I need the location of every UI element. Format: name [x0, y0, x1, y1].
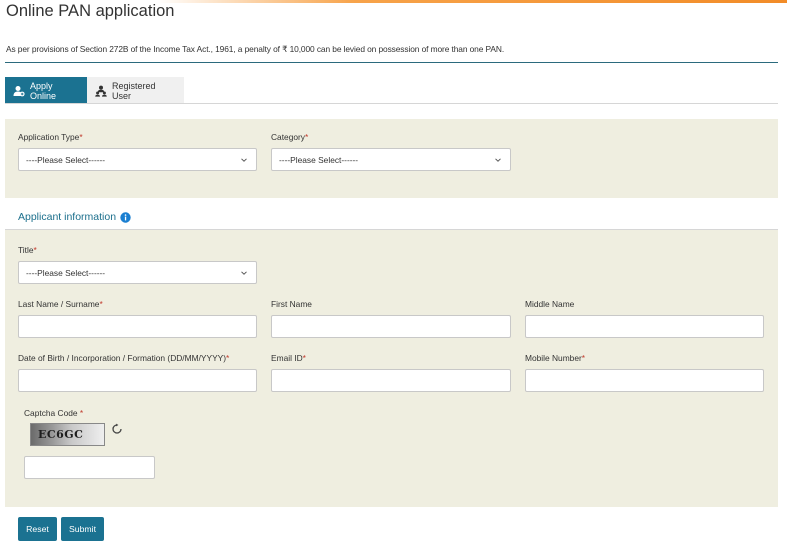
user-add-icon — [13, 85, 25, 97]
reset-button[interactable]: Reset — [18, 517, 57, 541]
submit-button[interactable]: Submit — [61, 517, 104, 541]
chevron-down-icon — [240, 156, 248, 164]
penalty-notice: As per provisions of Section 272B of the… — [6, 44, 505, 54]
first-name-label: First Name — [271, 299, 312, 309]
title-label: Title* — [18, 245, 37, 255]
category-value: ----Please Select------ — [279, 154, 359, 165]
email-field[interactable] — [271, 369, 511, 392]
category-label: Category* — [271, 132, 309, 142]
dob-label: Date of Birth / Incorporation / Formatio… — [18, 353, 230, 363]
tabs-underline — [5, 103, 778, 104]
info-icon[interactable] — [120, 211, 131, 223]
tab-label: Apply Online — [30, 80, 57, 101]
email-label: Email ID* — [271, 353, 306, 363]
application-type-select[interactable]: ----Please Select------ — [18, 148, 257, 171]
application-type-value: ----Please Select------ — [26, 154, 106, 165]
tab-bar: Apply Online Registered User — [5, 77, 184, 104]
chevron-down-icon — [240, 269, 248, 277]
application-type-label: Application Type* — [18, 132, 83, 142]
title-value: ----Please Select------ — [26, 267, 106, 278]
captcha-image-text: EC6GC — [38, 428, 84, 441]
captcha-field[interactable] — [24, 456, 155, 479]
tab-registered-user[interactable]: Registered User — [87, 77, 184, 104]
applicant-info-header: Applicant information — [18, 211, 131, 223]
mobile-field[interactable] — [525, 369, 764, 392]
first-name-field[interactable] — [271, 315, 511, 338]
page-title: Online PAN application — [6, 2, 175, 20]
user-group-icon — [95, 85, 107, 97]
section-title: Applicant information — [18, 211, 117, 223]
captcha-image: EC6GC — [30, 423, 105, 446]
tab-label: Registered User — [112, 80, 156, 101]
title-select[interactable]: ----Please Select------ — [18, 261, 257, 284]
last-name-label: Last Name / Surname* — [18, 299, 103, 309]
tab-apply-online[interactable]: Apply Online — [5, 77, 87, 104]
divider — [5, 62, 778, 63]
mobile-label: Mobile Number* — [525, 353, 586, 363]
chevron-down-icon — [494, 156, 502, 164]
middle-name-label: Middle Name — [525, 299, 575, 309]
middle-name-field[interactable] — [525, 315, 764, 338]
category-select[interactable]: ----Please Select------ — [271, 148, 511, 171]
last-name-field[interactable] — [18, 315, 257, 338]
captcha-label: Captcha Code * — [24, 408, 84, 418]
dob-field[interactable] — [18, 369, 257, 392]
refresh-icon[interactable] — [111, 423, 123, 435]
